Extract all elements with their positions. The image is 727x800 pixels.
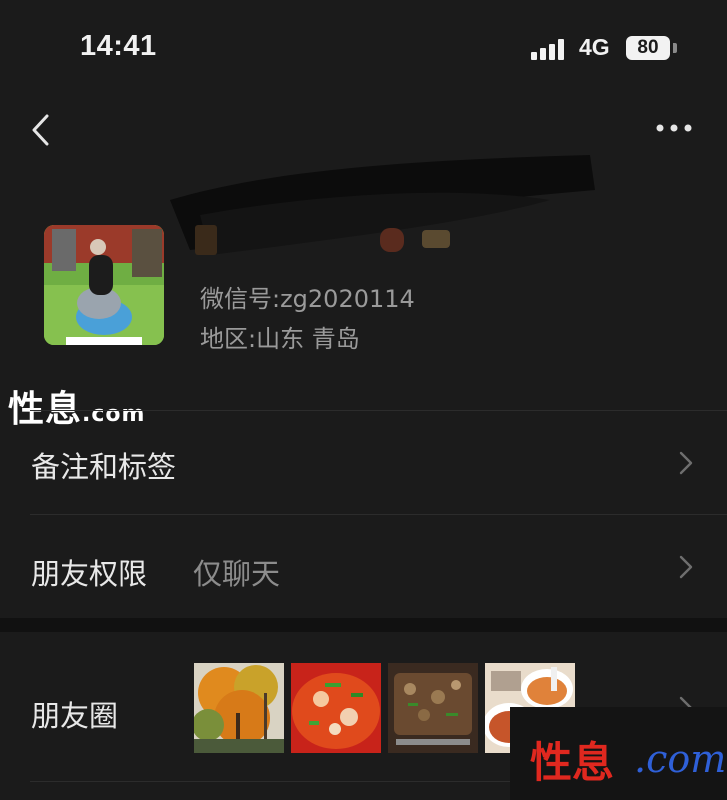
grilled-fish-photo [388, 663, 478, 753]
battery-icon: 80 [626, 36, 670, 60]
row-remark-tags[interactable]: 备注和标签 [0, 411, 727, 514]
watermark-bottom-text: 性息 [530, 738, 615, 787]
row-moments-label: 朋友圈 [31, 699, 119, 733]
battery-nub [673, 43, 677, 53]
section-gap [0, 618, 727, 632]
chevron-right-icon [679, 451, 693, 475]
moments-thumbnail[interactable] [388, 663, 478, 753]
back-button[interactable] [28, 110, 58, 150]
spicy-fish-dish-photo [291, 663, 381, 753]
moments-thumbnail[interactable] [291, 663, 381, 753]
status-bar: 14:41 4G 80 [0, 0, 727, 96]
redacted-name-scribble [170, 155, 595, 255]
wechat-id: 微信号:zg2020114 [200, 285, 415, 313]
autumn-trees-photo [194, 663, 284, 753]
chevron-left-icon [32, 114, 49, 146]
region: 地区:山东 青岛 [200, 325, 360, 353]
network-type: 4G [579, 34, 610, 60]
more-button[interactable] [654, 116, 694, 140]
chevron-right-icon [679, 555, 693, 579]
signal-strength-icon [531, 38, 571, 60]
row-remark-label: 备注和标签 [31, 450, 177, 484]
row-friend-permission[interactable]: 朋友权限 仅聊天 [0, 515, 727, 618]
moments-thumbnail[interactable] [194, 663, 284, 753]
avatar-image [44, 225, 164, 345]
more-horizontal-icon [656, 124, 692, 132]
watermark-bottom-domain: .com [634, 737, 727, 781]
watermark-bottom: 性息 .com [510, 707, 727, 800]
status-time: 14:41 [80, 30, 157, 62]
avatar[interactable] [44, 225, 164, 345]
row-permission-value: 仅聊天 [193, 557, 281, 591]
row-permission-label: 朋友权限 [31, 557, 148, 591]
